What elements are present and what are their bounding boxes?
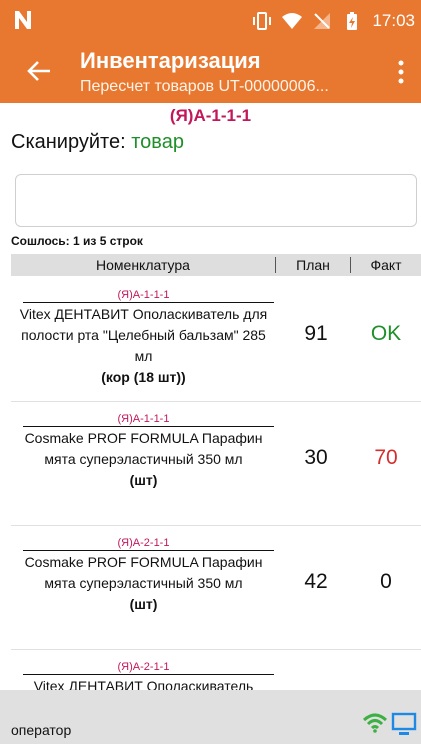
- page-title: Инвентаризация: [80, 48, 261, 73]
- row-unit: (шт): [129, 596, 158, 612]
- row-name: Cosmake PROF FORMULA Парафин мята суперэ…: [24, 554, 263, 591]
- n-logo-icon: [15, 11, 31, 29]
- table-header: Номенклатура План Факт: [11, 254, 421, 276]
- cell-code: (Я)А-1-1-1: [169, 106, 252, 125]
- scan-input[interactable]: [15, 174, 417, 227]
- status-bar: 17:03: [0, 0, 421, 42]
- row-fact: 0: [380, 570, 392, 593]
- battery-icon: [347, 12, 358, 30]
- table-row[interactable]: (Я)А-2-1-1 Cosmake PROF FORMULA Парафин …: [11, 526, 421, 650]
- vibrate-icon: [253, 12, 272, 30]
- table-row[interactable]: (Я)А-2-1-1 Vitex ДЕНТАВИТ Ополаскиватель: [11, 650, 421, 690]
- operator-label: оператор: [11, 722, 72, 738]
- bottom-status-bar: оператор: [0, 690, 421, 744]
- more-menu-icon[interactable]: [397, 60, 405, 84]
- scan-prompt-label: Сканируйте:: [11, 131, 126, 153]
- row-info: (Я)А-1-1-1 Vitex ДЕНТАВИТ Ополаскиватель…: [11, 278, 276, 388]
- row-info: (Я)А-2-1-1 Cosmake PROF FORMULA Парафин …: [11, 526, 276, 615]
- row-info: (Я)А-1-1-1 Cosmake PROF FORMULA Парафин …: [11, 402, 276, 491]
- items-list[interactable]: (Я)А-1-1-1 Vitex ДЕНТАВИТ Ополаскиватель…: [11, 278, 421, 690]
- row-location: (Я)А-1-1-1: [117, 289, 170, 301]
- matched-count: Сошлось: 1 из 5 строк: [11, 234, 143, 248]
- header-fact: Факт: [370, 257, 402, 273]
- row-name: Vitex ДЕНТАВИТ Ополаскиватель для полост…: [19, 306, 268, 364]
- row-unit: (кор (18 шт)): [101, 369, 186, 385]
- scan-prompt: Сканируйте: товар: [11, 131, 184, 154]
- scan-prompt-value: товар: [131, 131, 184, 153]
- row-plan: 91: [304, 322, 328, 345]
- page-subtitle: Пересчет товаров UT-00000006...: [80, 78, 329, 95]
- computer-monitor-icon: [391, 712, 417, 735]
- row-fact: OK: [370, 322, 402, 345]
- row-plan: 42: [304, 570, 328, 593]
- app-bar: Инвентаризация Пересчет товаров UT-00000…: [0, 42, 421, 103]
- status-time: 17:03: [372, 11, 415, 30]
- table-row[interactable]: (Я)А-1-1-1 Vitex ДЕНТАВИТ Ополаскиватель…: [11, 278, 421, 402]
- table-row[interactable]: (Я)А-1-1-1 Cosmake PROF FORMULA Парафин …: [11, 402, 421, 526]
- row-location: (Я)А-2-1-1: [117, 661, 170, 673]
- header-plan: План: [276, 257, 351, 273]
- row-fact: 70: [374, 446, 398, 469]
- no-signal-icon: [314, 13, 331, 29]
- wifi-connected-icon: [363, 713, 387, 733]
- header-nomenclature: Номенклатура: [11, 257, 276, 273]
- row-name: Cosmake PROF FORMULA Парафин мята суперэ…: [24, 430, 263, 467]
- row-unit: (шт): [129, 472, 158, 488]
- row-location: (Я)А-1-1-1: [117, 413, 170, 425]
- row-name: Vitex ДЕНТАВИТ Ополаскиватель: [33, 678, 254, 690]
- row-info: (Я)А-2-1-1 Vitex ДЕНТАВИТ Ополаскиватель: [11, 650, 276, 690]
- back-arrow-icon[interactable]: [26, 58, 52, 84]
- row-plan: 30: [304, 446, 328, 469]
- wifi-icon: [282, 13, 303, 29]
- row-location: (Я)А-2-1-1: [117, 537, 170, 549]
